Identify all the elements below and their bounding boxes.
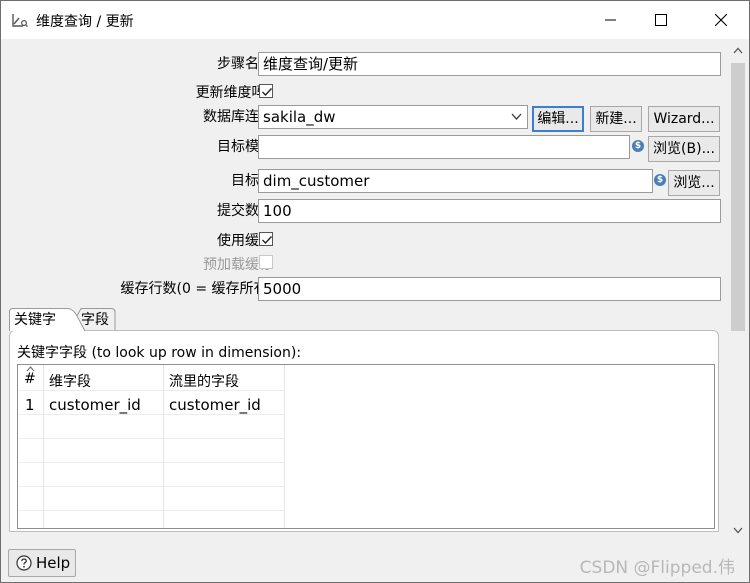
cache-rows-label: 缓存行数(0 = 缓存所有) [120,281,273,297]
dialog-window: 维度查询 / 更新 步骤名称 更新维度吗? 数据库连接 目标模式 目标表 提交数… [0,0,750,583]
edit-connection-button[interactable]: 编辑... [532,106,584,132]
checkmark-icon [262,236,273,245]
dimension-field-cell[interactable]: customer_id [49,396,141,414]
browse-schema-button[interactable]: 浏览(B)... [648,136,720,162]
help-label: Help [36,554,71,572]
scrollbar-thumb[interactable] [731,63,745,331]
chevron-down-icon [511,113,522,120]
close-icon [715,14,727,26]
scroll-down-icon[interactable] [733,527,743,534]
use-cache-checkbox[interactable] [259,232,273,246]
row-divider [18,414,284,415]
tab-keys[interactable]: 关键字 [14,309,56,331]
key-fields-heading: 关键字字段 (to look up row in dimension): [17,345,302,361]
maximize-icon [655,14,667,26]
scroll-up-icon[interactable] [733,47,743,54]
variable-icon: $ [654,174,666,186]
help-icon [16,555,32,571]
row-divider [18,462,284,463]
tab-fields[interactable]: 字段 [81,309,109,331]
column-header-num[interactable]: # [24,371,36,387]
minimize-icon [605,19,616,21]
window-title: 维度查询 / 更新 [36,14,134,30]
title-bar: 维度查询 / 更新 [1,1,749,39]
cache-rows-input[interactable]: 5000 [258,277,721,301]
help-button[interactable]: Help [8,549,76,577]
target-table-input[interactable]: dim_customer [258,169,653,193]
close-button[interactable] [696,1,746,39]
row-number: 1 [25,396,35,414]
preload-cache-checkbox[interactable] [259,255,273,269]
variable-icon: $ [632,140,644,152]
new-connection-button[interactable]: 新建... [590,106,642,132]
column-header-dim-field[interactable]: 维字段 [49,371,91,391]
step-name-input[interactable]: 维度查询/更新 [258,52,721,76]
commit-size-input[interactable]: 100 [258,199,721,223]
maximize-button[interactable] [636,1,686,39]
row-divider [18,438,284,439]
watermark: CSDN @Flipped.伟 [579,558,735,578]
connection-value: sakila_dw [263,108,336,126]
vertical-scrollbar[interactable] [727,39,749,544]
key-fields-table[interactable]: # 维字段 流里的字段 1 customer_id customer_id [17,364,715,529]
column-header-stream-field[interactable]: 流里的字段 [169,371,239,391]
checkmark-icon [262,88,273,97]
update-dimension-checkbox[interactable] [259,84,273,98]
dimension-lookup-icon [11,12,29,28]
connection-select[interactable]: sakila_dw [258,105,528,129]
browse-table-button[interactable]: 浏览... [668,170,720,196]
schema-input[interactable] [258,135,630,159]
wizard-button[interactable]: Wizard... [648,106,720,132]
row-divider [18,510,284,511]
column-divider [284,365,285,528]
stream-field-cell[interactable]: customer_id [169,396,261,414]
minimize-button[interactable] [586,1,636,39]
row-divider [18,486,284,487]
